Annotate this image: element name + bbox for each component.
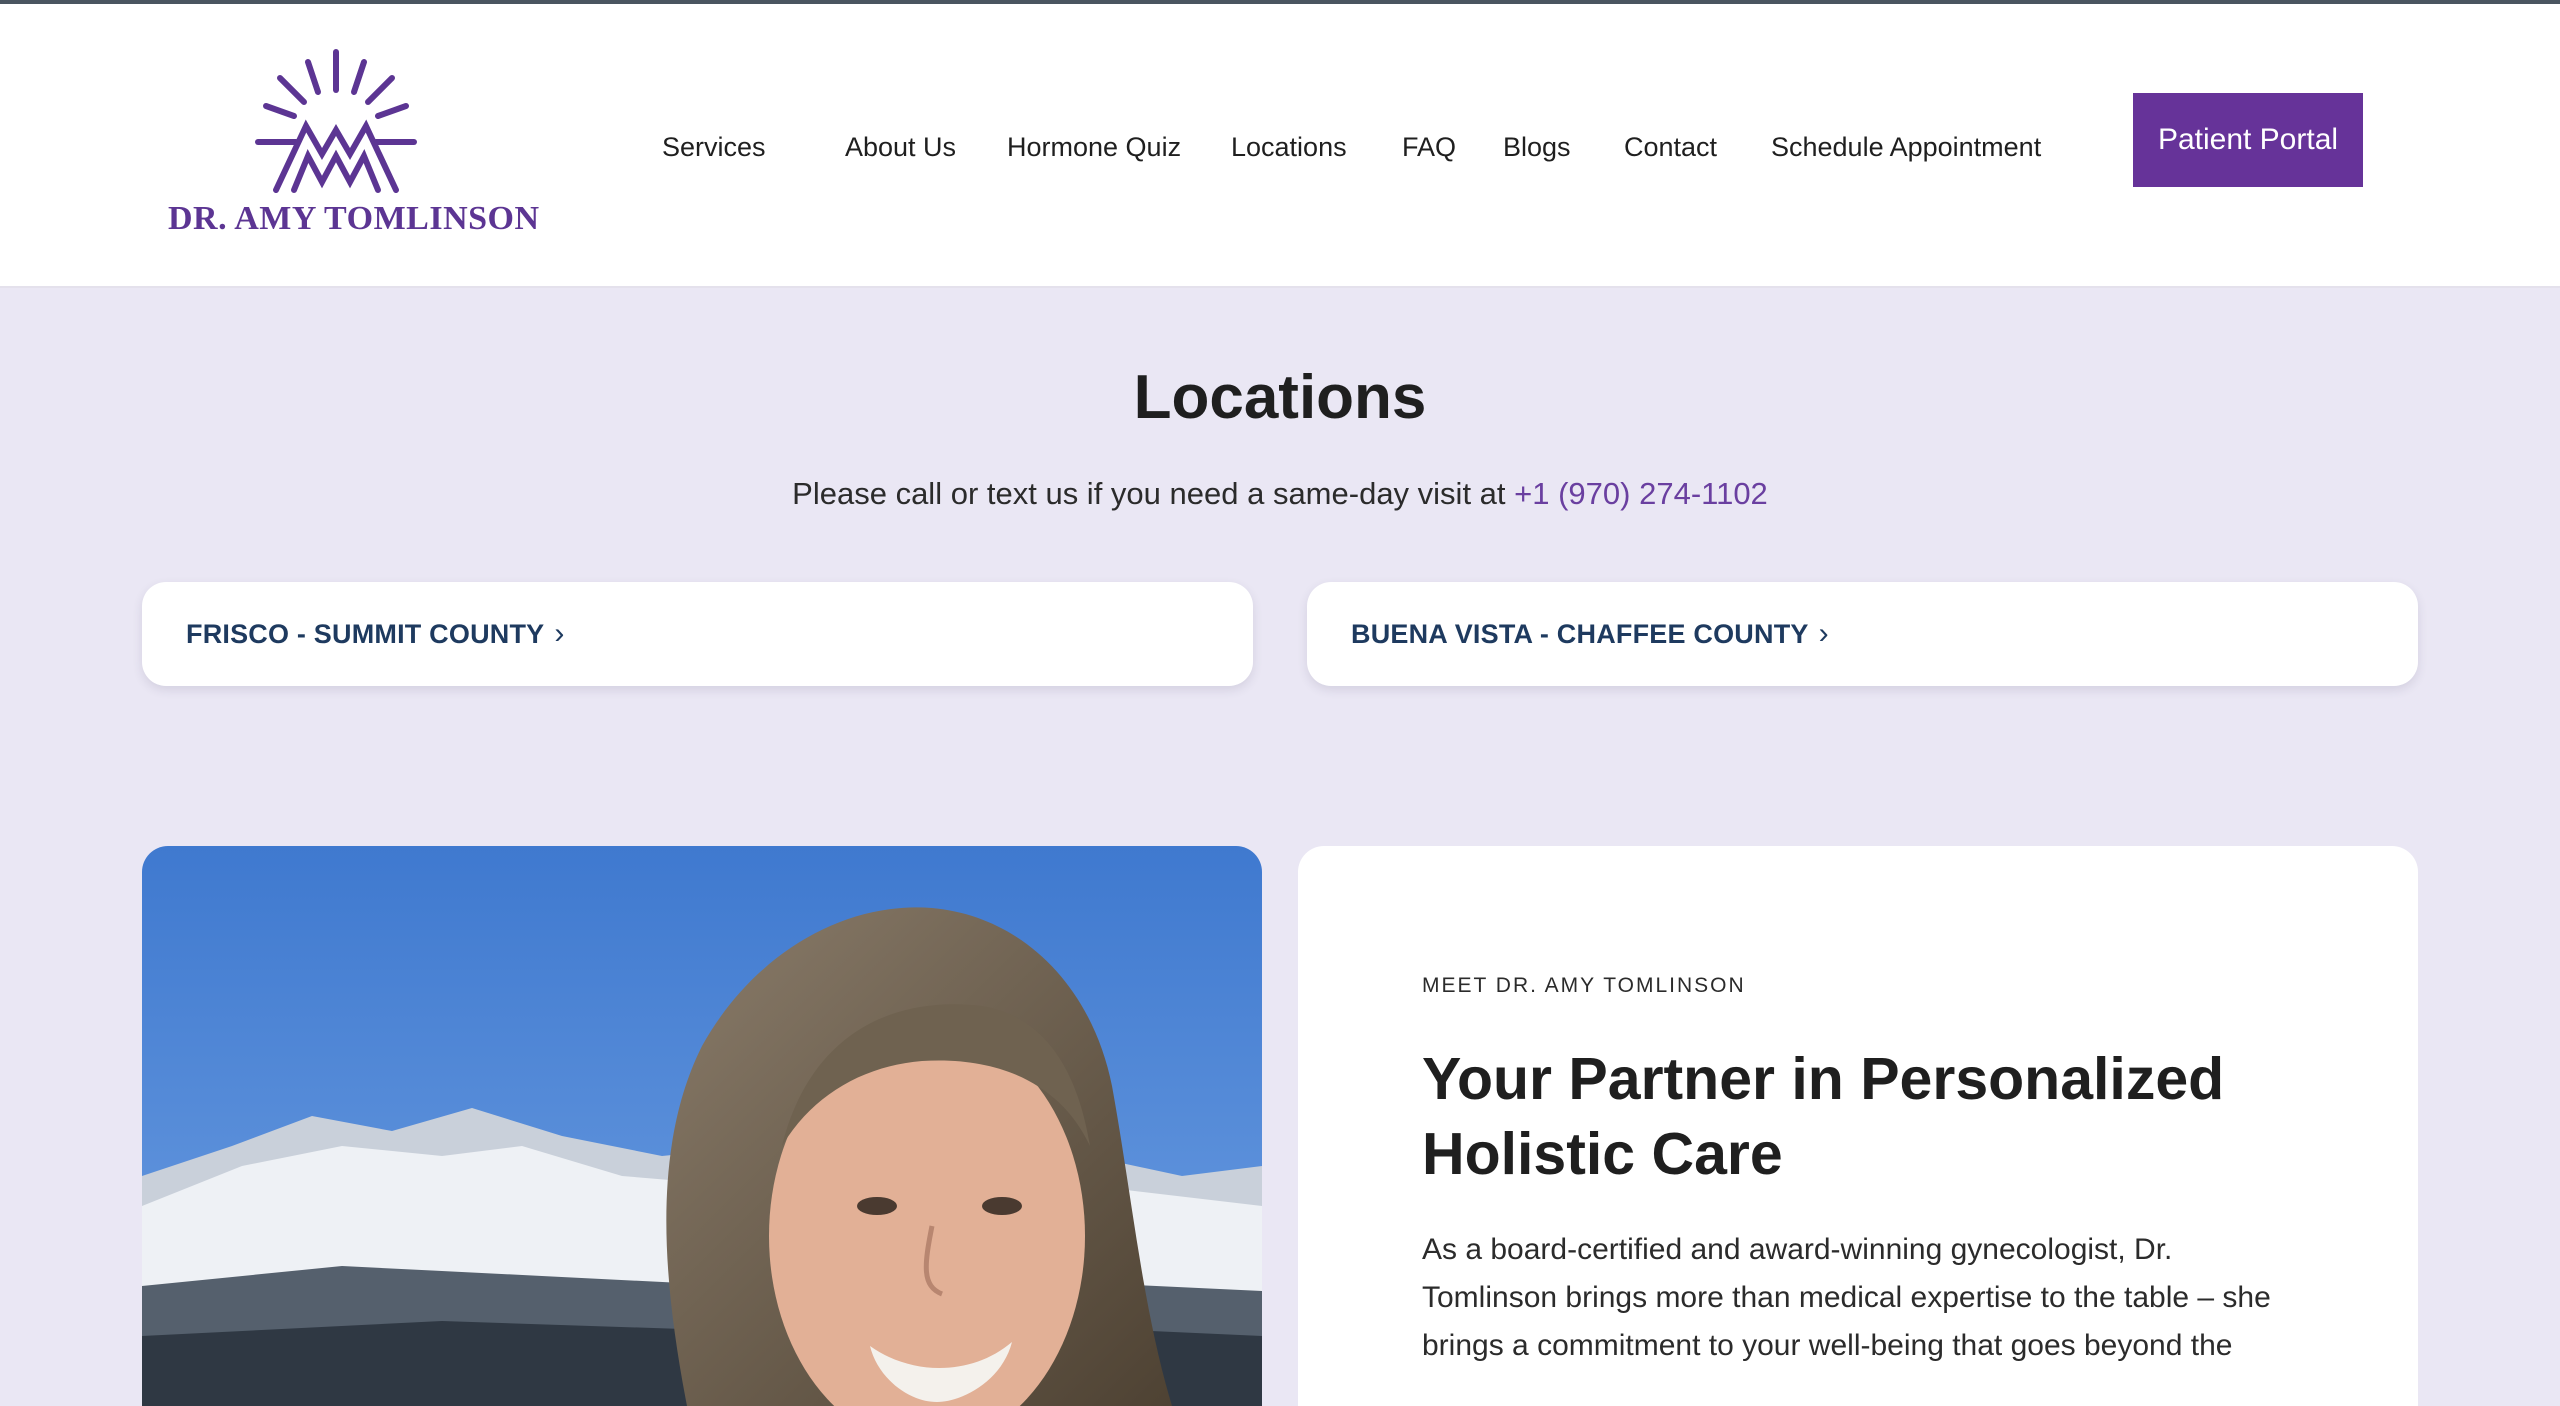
about-eyebrow: MEET DR. AMY TOMLINSON <box>1422 974 1746 997</box>
nav-faq[interactable]: FAQ <box>1402 132 1456 163</box>
chevron-right-icon: › <box>554 617 565 650</box>
patient-portal-button[interactable]: Patient Portal <box>2133 93 2363 187</box>
location-card-label: BUENA VISTA - CHAFFEE COUNTY <box>1351 618 1809 649</box>
nav-about-us[interactable]: About Us <box>845 132 956 163</box>
subtitle-text: Please call or text us if you need a sam… <box>792 476 1506 511</box>
nav-hormone-quiz[interactable]: Hormone Quiz <box>1007 132 1181 163</box>
location-card-frisco[interactable]: FRISCO - SUMMIT COUNTY › <box>142 582 1253 686</box>
about-body: As a board-certified and award-winning g… <box>1422 1233 2271 1362</box>
mountain-sun-logo-icon <box>255 49 417 193</box>
nav-schedule-appointment[interactable]: Schedule Appointment <box>1771 132 2041 163</box>
portrait-image <box>142 846 1262 1406</box>
phone-link[interactable]: +1 (970) 274-1102 <box>1514 476 1768 511</box>
nav-contact[interactable]: Contact <box>1624 132 1717 163</box>
location-card-buena-vista[interactable]: BUENA VISTA - CHAFFEE COUNTY › <box>1307 582 2418 686</box>
nav-services[interactable]: Services <box>662 132 766 163</box>
locations-title: Locations <box>1133 363 1427 432</box>
doctor-photo <box>142 846 1262 1406</box>
nav-locations[interactable]: Locations <box>1231 132 1347 163</box>
locations-subtitle: Please call or text us if you need a sam… <box>0 476 2560 512</box>
logo[interactable]: DR. AMY TOMLINSON <box>168 44 540 250</box>
about-card: MEET DR. AMY TOMLINSON Your Partner in P… <box>1298 846 2418 1406</box>
about-title: Your Partner in Personalized Holistic Ca… <box>1422 1046 2225 1187</box>
location-card-label: FRISCO - SUMMIT COUNTY <box>186 618 545 649</box>
nav-blogs[interactable]: Blogs <box>1503 132 1571 163</box>
logo-text: DR. AMY TOMLINSON <box>168 200 540 237</box>
chevron-right-icon: › <box>1818 617 1829 650</box>
site-header: DR. AMY TOMLINSON Services About Us Horm… <box>0 4 2560 288</box>
